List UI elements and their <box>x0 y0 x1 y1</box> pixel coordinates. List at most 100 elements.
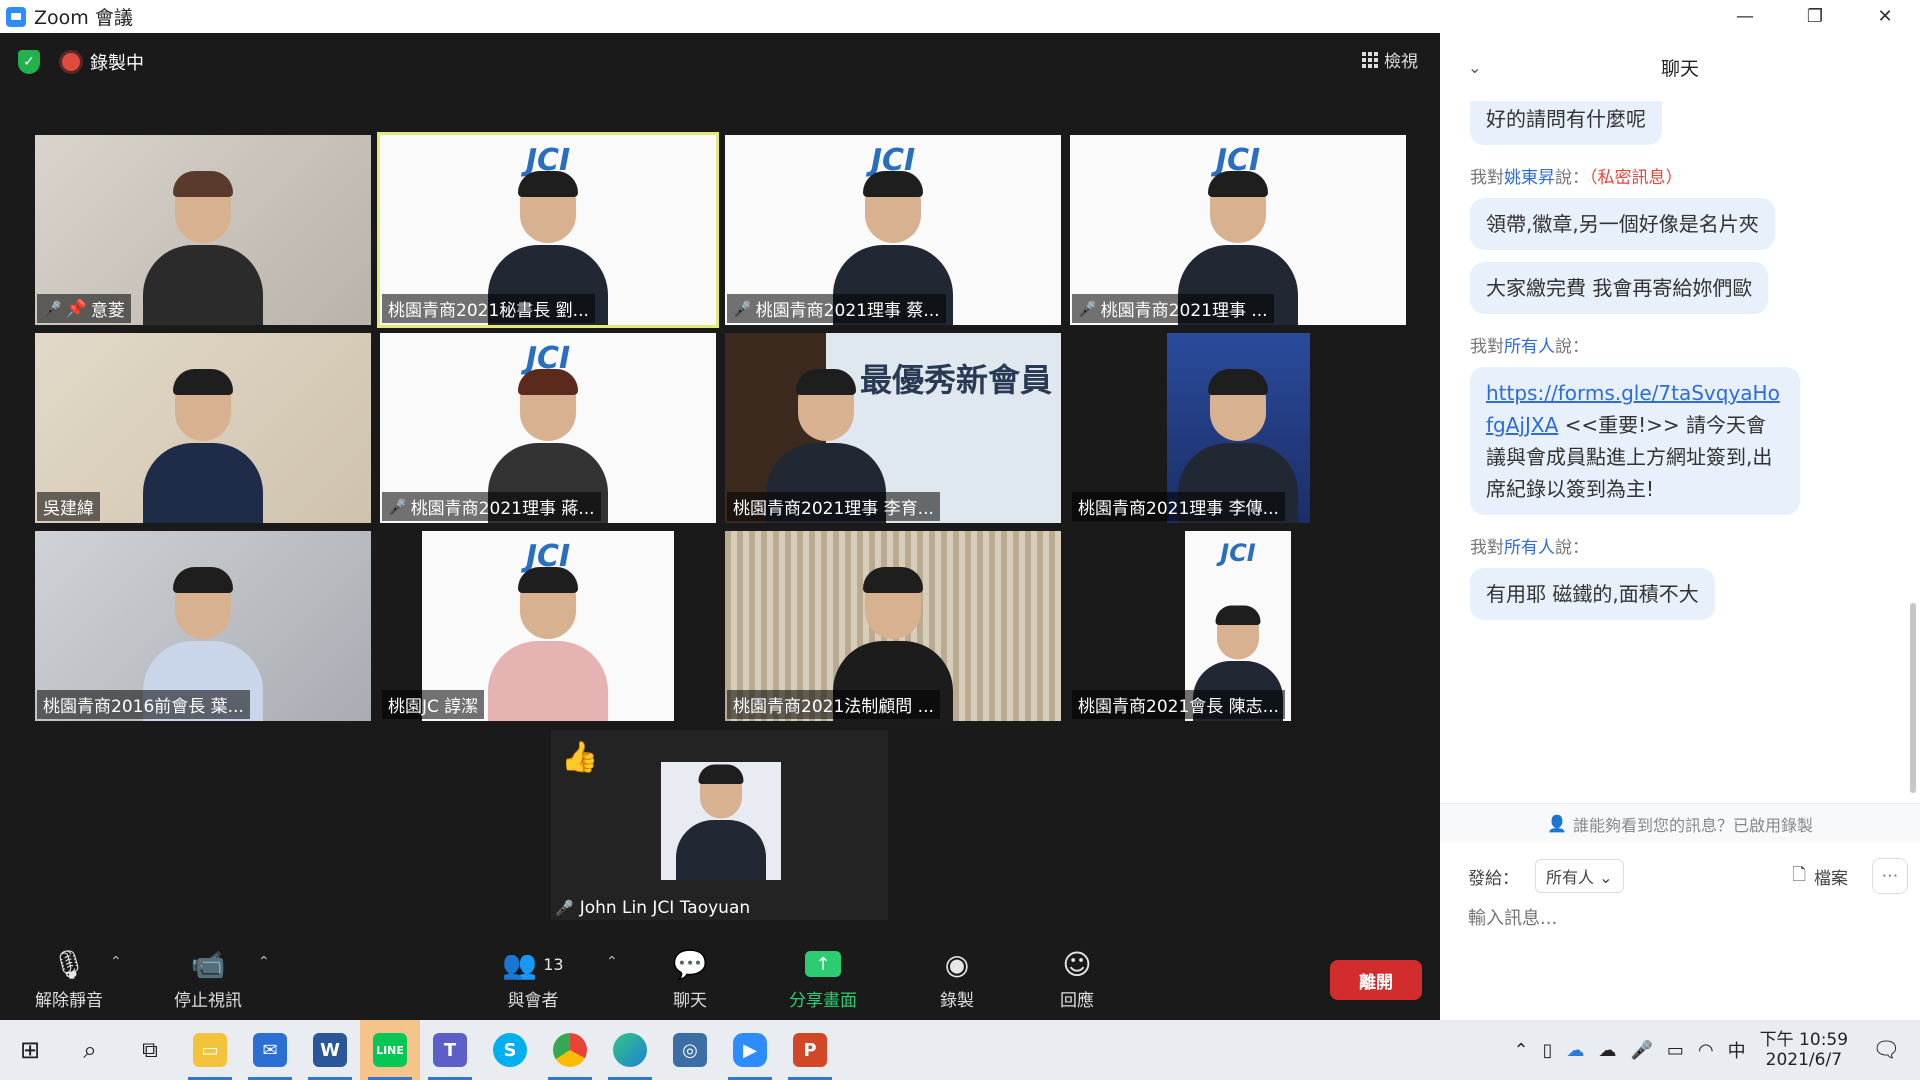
send-to-label: 發給： <box>1468 868 1519 889</box>
file-explorer-button[interactable]: ▭ <box>180 1020 240 1080</box>
windows-taskbar: ⊞ ⌕ ⧉ ▭ ✉ W LINE T S ◎ ▶ P ⌃ ▯ ☁ ☁ 🎤 ▭ ◠… <box>0 1020 1920 1080</box>
powerpoint-button[interactable]: P <box>780 1020 840 1080</box>
video-tile[interactable]: 桃園青商2016前會長 葉... <box>35 531 371 721</box>
participant-name: 🎤 John Lin JCI Taoyuan <box>555 898 751 918</box>
minimize-button[interactable]: — <box>1710 0 1780 33</box>
chevron-down-icon[interactable]: ⌄ <box>1468 58 1481 77</box>
mail-icon: ✉ <box>253 1033 287 1067</box>
mic-muted-icon: 🎤 <box>733 299 752 318</box>
message-meta: 我對所有人說： <box>1470 337 1589 357</box>
recording-label: 錄製中 <box>90 53 144 74</box>
onedrive-cloud-icon[interactable]: ☁ <box>1567 1040 1585 1061</box>
share-screen-button[interactable]: ↑ 分享畫面 <box>768 942 878 1011</box>
start-button[interactable]: ⊞ <box>0 1020 60 1080</box>
ime-indicator[interactable]: 中 <box>1728 1037 1746 1063</box>
recording-indicator[interactable]: 錄製中 <box>62 49 144 75</box>
record-icon: ◉ <box>944 947 970 981</box>
app-icon: ◎ <box>673 1033 707 1067</box>
mic-muted-icon: 🎤 <box>43 299 62 318</box>
view-button[interactable]: 檢視 <box>1362 47 1418 72</box>
video-tile[interactable]: 桃園青商2021理事 李傳... <box>1070 333 1406 523</box>
chevron-up-icon[interactable]: ⌃ <box>1514 1040 1529 1061</box>
notification-icon[interactable]: 🗨 <box>1872 1038 1900 1063</box>
zoom-taskbar-button[interactable]: ▶ <box>720 1020 780 1080</box>
chat-message: https://forms.gle/7taSvqyaHofgAjJXA <<重要… <box>1470 367 1800 515</box>
recipient-select[interactable]: 所有人 ⌄ <box>1535 859 1624 893</box>
window-controls: — ❐ ✕ <box>1710 0 1920 33</box>
cloud-icon[interactable]: ☁ <box>1599 1040 1617 1061</box>
participant-name: 桃園青商2016前會長 葉... <box>37 690 250 719</box>
video-tile[interactable]: JCI 桃園JC 諄潔 <box>380 531 716 721</box>
mic-muted-icon: 🎤 <box>388 497 407 516</box>
clock[interactable]: 下午 10:59 2021/6/7 <box>1760 1030 1848 1071</box>
stop-video-button[interactable]: 📹 停止視訊 <box>153 942 263 1012</box>
mail-button[interactable]: ✉ <box>240 1020 300 1080</box>
participant-name: 桃園青商2021秘書長 劉... <box>382 294 595 323</box>
chat-message: 有用耶 磁鐵的,面積不大 <box>1470 568 1715 620</box>
view-label: 檢視 <box>1384 52 1418 72</box>
video-tile[interactable]: 最優秀新會員 桃園青商2021理事 李育... <box>725 333 1061 523</box>
video-tile[interactable]: 桃園青商2021法制顧問 ... <box>725 531 1061 721</box>
audio-options-caret-icon[interactable]: ⌃ <box>110 954 122 970</box>
security-shield-icon[interactable]: ✓ <box>18 50 40 74</box>
chat-input[interactable] <box>1468 903 1888 933</box>
video-tile[interactable]: JCI 桃園青商2021會長 陳志... <box>1070 531 1406 721</box>
participants-options-caret-icon[interactable]: ⌃ <box>606 954 618 970</box>
message-meta: 我對所有人說： <box>1470 538 1589 558</box>
video-tile-active-speaker[interactable]: JCI 桃園青商2021秘書長 劉... <box>377 132 719 328</box>
video-tile[interactable]: 🎤 📌 意菱 <box>35 135 371 325</box>
leave-button[interactable]: 離開 <box>1330 960 1422 1000</box>
edge-button[interactable] <box>600 1020 660 1080</box>
video-tile-solo[interactable]: 👍 🎤 John Lin JCI Taoyuan <box>551 730 888 920</box>
chat-scrollbar[interactable] <box>1910 603 1916 793</box>
recording-notice[interactable]: 👤 誰能夠看到您的訊息？已啟用錄製 <box>1440 803 1920 843</box>
title-bar: Zoom 會議 — ❐ ✕ <box>0 0 1920 33</box>
participant-name: 🎤 桃園青商2021理事 蔣... <box>382 492 601 521</box>
video-tile[interactable]: JCI 🎤 桃園青商2021理事 ... <box>1070 135 1406 325</box>
chat-message: 好的請問有什麼呢 <box>1470 101 1662 145</box>
wifi-icon[interactable]: ◠ <box>1698 1040 1714 1061</box>
chrome-button[interactable] <box>540 1020 600 1080</box>
unmute-button[interactable]: 🎙 解除靜音 <box>14 942 124 1012</box>
video-tile[interactable]: 吳建緯 <box>35 333 371 523</box>
participant-name: 🎤 📌 意菱 <box>37 294 131 323</box>
microphone-icon[interactable]: 🎤 <box>1631 1040 1653 1061</box>
pin-icon: 📌 <box>65 298 87 319</box>
record-button[interactable]: ◉ 錄製 <box>902 942 1012 1012</box>
task-view-button[interactable]: ⧉ <box>120 1020 180 1080</box>
close-button[interactable]: ✕ <box>1850 0 1920 33</box>
skype-button[interactable]: S <box>480 1020 540 1080</box>
participants-count: 13 <box>543 954 564 974</box>
device-icon[interactable]: ▯ <box>1543 1040 1553 1061</box>
participant-name: 🎤 桃園青商2021理事 蔡... <box>727 294 946 323</box>
file-button[interactable]: 🗋 檔案 <box>1792 862 1848 891</box>
chat-panel: ⌄ 聊天 好的請問有什麼呢 我對姚東昇說：（私密訊息） 領帶,徽章,另一個好像是… <box>1440 33 1920 1020</box>
word-button[interactable]: W <box>300 1020 360 1080</box>
more-options-button[interactable]: ⋯ <box>1872 858 1908 894</box>
search-button[interactable]: ⌕ <box>60 1020 120 1080</box>
battery-icon[interactable]: ▭ <box>1667 1040 1684 1061</box>
skype-icon: S <box>493 1033 527 1067</box>
video-options-caret-icon[interactable]: ⌃ <box>258 954 270 970</box>
participant-name: 桃園青商2021理事 李傳... <box>1072 492 1285 521</box>
teams-button[interactable]: T <box>420 1020 480 1080</box>
reactions-button[interactable]: ☺ 回應 <box>1022 942 1132 1012</box>
powerpoint-icon: P <box>793 1033 827 1067</box>
file-icon: 🗋 <box>1792 864 1806 885</box>
send-to-row: 發給： 所有人 ⌄ 🗋 檔案 ⋯ <box>1468 858 1908 894</box>
participant-name: 桃園青商2021理事 李育... <box>727 492 940 521</box>
system-tray: ⌃ ▯ ☁ ☁ 🎤 ▭ ◠ 中 下午 10:59 2021/6/7 🗨 <box>1514 1020 1920 1080</box>
video-tile[interactable]: JCI 🎤 桃園青商2021理事 蔣... <box>380 333 716 523</box>
jci-logo: JCI <box>1220 539 1256 567</box>
restore-button[interactable]: ❐ <box>1780 0 1850 33</box>
participants-button[interactable]: 👥 13 與會者 <box>478 942 588 1012</box>
app-button[interactable]: ◎ <box>660 1020 720 1080</box>
chat-messages[interactable]: 好的請問有什麼呢 我對姚東昇說：（私密訊息） 領帶,徽章,另一個好像是名片夾 大… <box>1440 101 1904 801</box>
video-tile[interactable]: JCI 🎤 桃園青商2021理事 蔡... <box>725 135 1061 325</box>
edge-icon <box>613 1033 647 1067</box>
chat-message: 領帶,徽章,另一個好像是名片夾 <box>1470 198 1775 250</box>
window-title: Zoom 會議 <box>34 7 133 29</box>
chat-button[interactable]: 💬 聊天 <box>635 942 745 1012</box>
grid-view-icon <box>1362 51 1378 68</box>
line-button[interactable]: LINE <box>360 1020 420 1080</box>
